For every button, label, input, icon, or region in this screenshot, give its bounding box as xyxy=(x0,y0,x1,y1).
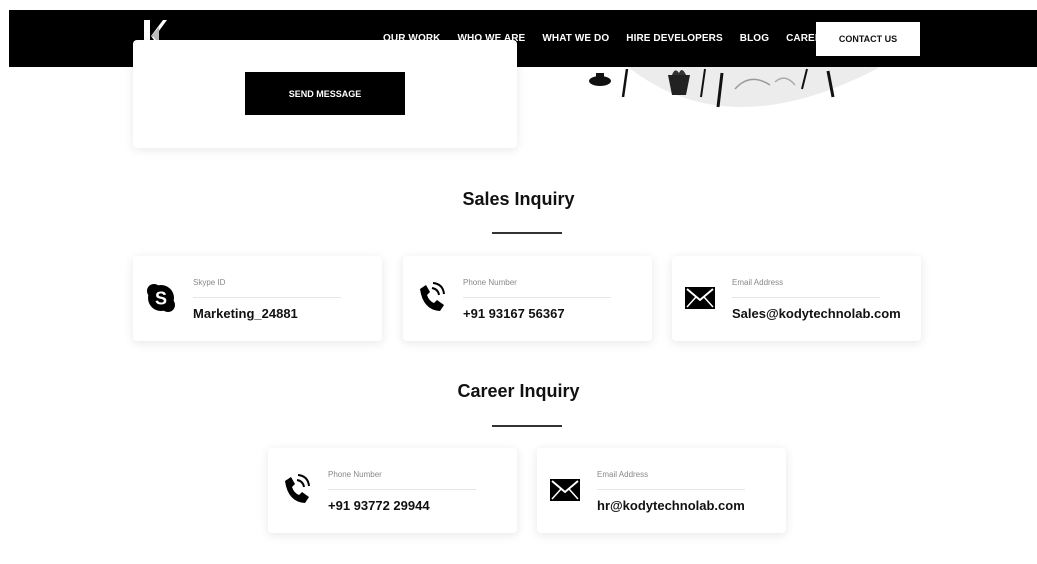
send-message-button[interactable]: SEND MESSAGE xyxy=(245,72,405,115)
career-email-label: Email Address xyxy=(597,470,649,479)
phone-icon xyxy=(285,474,310,503)
skype-value[interactable]: Marketing_24881 xyxy=(193,306,298,321)
skype-label: Skype ID xyxy=(193,278,226,287)
svg-text:S: S xyxy=(155,289,167,309)
divider xyxy=(193,297,341,298)
career-phone-card: Phone Number +91 93772 29944 xyxy=(268,448,517,533)
sales-email-label: Email Address xyxy=(732,278,784,287)
nav-hire-developers[interactable]: HIRE DEVELOPERS xyxy=(626,33,723,44)
divider xyxy=(597,489,745,490)
contact-us-button[interactable]: CONTACT US xyxy=(816,22,920,56)
mail-icon xyxy=(685,287,715,309)
nav-blog[interactable]: BLOG xyxy=(740,33,769,44)
career-inquiry-title: Career Inquiry xyxy=(457,381,580,401)
office-illustration xyxy=(589,67,880,108)
nav-what-we-do[interactable]: WHAT WE DO xyxy=(542,33,609,44)
sales-phone-value[interactable]: +91 93167 56367 xyxy=(463,306,565,321)
divider xyxy=(463,297,611,298)
sales-email-card: Email Address Sales@kodytechnolab.com xyxy=(672,256,921,341)
phone-icon xyxy=(420,282,445,311)
career-email-card: Email Address hr@kodytechnolab.com xyxy=(537,448,786,533)
sales-email-value[interactable]: Sales@kodytechnolab.com xyxy=(732,306,901,321)
skype-icon: S xyxy=(147,284,175,312)
sales-title-underline xyxy=(492,232,562,234)
divider xyxy=(732,297,880,298)
career-phone-value[interactable]: +91 93772 29944 xyxy=(328,498,430,513)
skype-card: S Skype ID Marketing_24881 xyxy=(133,256,382,341)
career-title-underline xyxy=(492,425,562,427)
sales-inquiry-title: Sales Inquiry xyxy=(462,189,575,209)
sales-phone-label: Phone Number xyxy=(463,278,517,287)
sales-phone-card: Phone Number +91 93167 56367 xyxy=(403,256,652,341)
mail-icon xyxy=(550,479,580,501)
divider xyxy=(328,489,476,490)
career-email-value[interactable]: hr@kodytechnolab.com xyxy=(597,498,745,513)
career-phone-label: Phone Number xyxy=(328,470,382,479)
